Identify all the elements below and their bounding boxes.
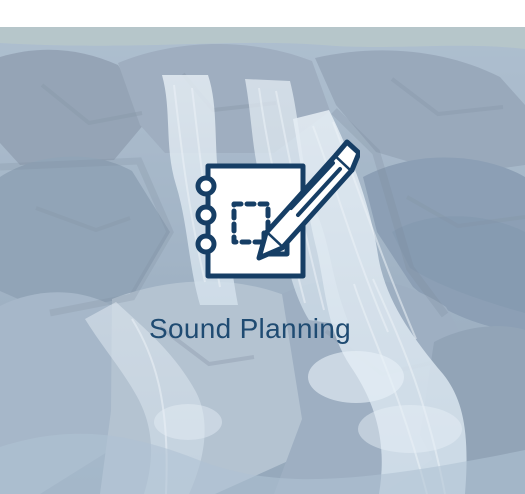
feature-card: Sound Planning <box>0 27 525 494</box>
page: Sound Planning <box>0 0 525 494</box>
feature-title: Sound Planning <box>149 313 351 344</box>
notebook-pen-icon <box>190 137 360 287</box>
sound-planning-feature: Sound Planning <box>0 27 525 494</box>
